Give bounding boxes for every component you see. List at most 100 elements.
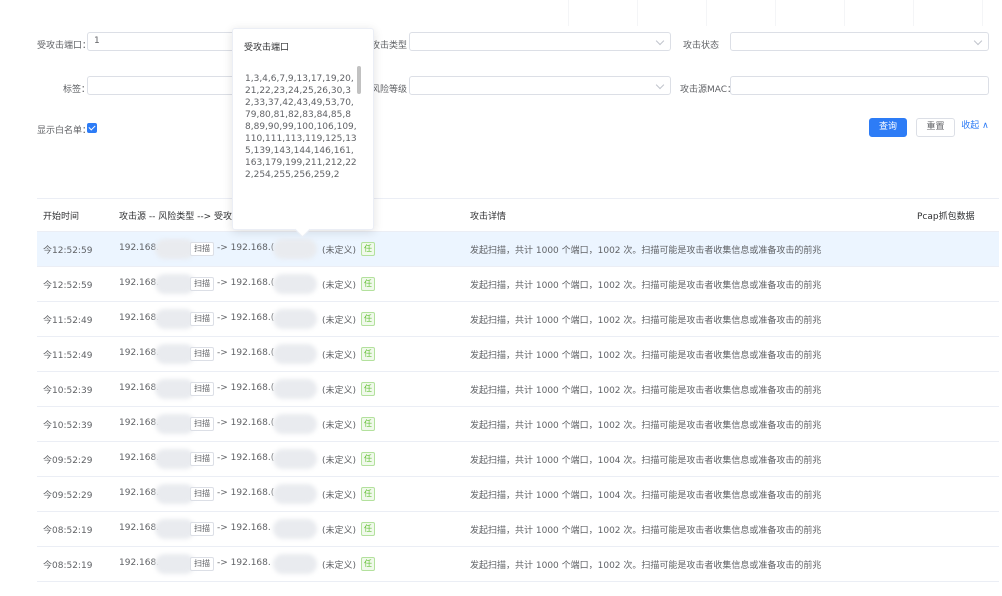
tag-badge[interactable]: 任 [361,557,375,571]
ports-popover: 受攻击端口 1,3,4,6,7,9,13,17,19,20,21,22,23,2… [232,28,374,238]
undefined-link[interactable]: (未定义) [322,523,356,536]
redacted-blur [273,239,317,259]
risk-type-tag[interactable]: 扫描 [190,277,214,291]
undefined-link[interactable]: (未定义) [322,278,356,291]
tag-badge[interactable]: 任 [361,242,375,256]
status-select[interactable] [730,32,989,51]
tag-badge[interactable]: 任 [361,312,375,326]
risk-type-tag[interactable]: 扫描 [190,382,214,396]
port-input[interactable]: 1 [87,32,237,51]
tag-badge[interactable]: 任 [361,277,375,291]
tag-badge[interactable]: 任 [361,417,375,431]
table-row[interactable]: 今12:52:59 192.168. 扫描 -> 192.168.((未定义) 任 发起扫… [37,267,999,302]
row-time: 今08:52:19 [43,561,93,571]
risk-type-tag[interactable]: 扫描 [190,242,214,256]
row-detail: 发起扫描，共计 1000 个端口，1004 次。扫描可能是攻击者收集信息或准备攻… [470,491,822,501]
redacted-blur [273,414,317,434]
row-target-ip: -> 192.168.( [217,488,275,498]
row-source-ip: 192.168. [119,243,160,253]
undefined-link[interactable]: (未定义) [322,418,356,431]
row-source-ip: 192.168. [119,523,160,533]
table-body: 今12:52:59 192.168. 扫描 -> 192.168.((未定义) 任发起扫… [37,232,999,582]
attack-table: 开始时间 攻击源 -- 风险类型 --> 受攻击 攻击详情 Pcap抓包数据 今… [37,198,999,582]
undefined-link[interactable]: (未定义) [322,453,356,466]
row-source-ip: 192.168. [119,313,160,323]
redacted-blur [155,484,195,504]
risk-type-tag[interactable]: 扫描 [190,557,214,571]
top-divider [982,0,983,26]
row-time: 今09:52:29 [43,456,93,466]
row-source-ip: 192.168. [119,278,160,288]
undefined-link[interactable]: (未定义) [322,558,356,571]
port-label: 受攻击端口： [37,41,92,51]
level-select[interactable] [409,76,671,95]
table-header: 开始时间 攻击源 -- 风险类型 --> 受攻击 攻击详情 Pcap抓包数据 [37,198,999,232]
whitelist-checkbox[interactable] [87,123,97,133]
undefined-link[interactable]: (未定义) [322,348,356,361]
redacted-blur [155,344,195,364]
redacted-blur [273,379,317,399]
row-source-ip: 192.168. [119,348,160,358]
row-target-ip: -> 192.168. [217,523,271,533]
header-detail: 攻击详情 [470,212,507,222]
type-select[interactable] [409,32,671,51]
row-target-ip: -> 192.168.( [217,243,275,253]
row-time: 今11:52:49 [43,316,93,326]
tag-badge[interactable]: 任 [361,382,375,396]
undefined-link[interactable]: (未定义) [322,383,356,396]
header-pcap: Pcap抓包数据 [917,212,975,222]
table-row[interactable]: 今10:52:39 192.168. 扫描 -> 192.168.((未定义) 任 发起扫… [37,372,999,407]
row-source-ip: 192.168. [119,453,160,463]
table-row[interactable]: 今08:52:19 192.168. 扫描 -> 192.168. (未定义) 任 发起扫描… [37,512,999,547]
risk-type-tag[interactable]: 扫描 [190,417,214,431]
row-target-ip: -> 192.168. [217,558,271,568]
table-row[interactable]: 今09:52:29 192.168. 扫描 -> 192.168.((未定义) 任 发起扫… [37,477,999,512]
risk-type-tag[interactable]: 扫描 [190,522,214,536]
redacted-blur [273,344,317,364]
table-row[interactable]: 今12:52:59 192.168. 扫描 -> 192.168.((未定义) 任 发起扫… [37,232,999,267]
undefined-link[interactable]: (未定义) [322,488,356,501]
row-time: 今10:52:39 [43,421,93,431]
reset-button[interactable]: 重置 [916,118,955,137]
search-button[interactable]: 查询 [869,118,907,137]
redacted-blur [155,414,195,434]
header-flow: 攻击源 -- 风险类型 --> 受攻击 [119,212,241,222]
tag-badge[interactable]: 任 [361,347,375,361]
risk-type-tag[interactable]: 扫描 [190,347,214,361]
top-divider [775,0,776,26]
risk-type-tag[interactable]: 扫描 [190,487,214,501]
mac-input[interactable] [730,76,989,95]
tag-badge[interactable]: 任 [361,452,375,466]
tag-badge[interactable]: 任 [361,487,375,501]
collapse-button[interactable]: 收起 ∧ [958,118,992,137]
chevron-down-icon [655,80,665,90]
tag-label: 标签： [63,85,91,95]
type-label: 攻击类型 [371,41,408,51]
tag-input[interactable] [87,76,237,95]
row-time: 今12:52:59 [43,246,93,256]
row-detail: 发起扫描，共计 1000 个端口，1002 次。扫描可能是攻击者收集信息或准备攻… [470,526,822,536]
row-time: 今09:52:29 [43,491,93,501]
redacted-blur [273,484,317,504]
row-time: 今12:52:59 [43,281,93,291]
row-detail: 发起扫描，共计 1000 个端口，1002 次。扫描可能是攻击者收集信息或准备攻… [470,386,822,396]
row-time: 今10:52:39 [43,386,93,396]
row-target-ip: -> 192.168.( [217,313,275,323]
top-divider [844,0,845,26]
undefined-link[interactable]: (未定义) [322,243,356,256]
table-row[interactable]: 今08:52:19 192.168. 扫描 -> 192.168. (未定义) 任 发起扫描… [37,547,999,582]
tag-badge[interactable]: 任 [361,522,375,536]
table-row[interactable]: 今09:52:29 192.168. 扫描 -> 192.168.((未定义) 任 发起扫… [37,442,999,477]
redacted-blur [273,449,317,469]
popover-scrollbar[interactable] [357,66,361,94]
table-row[interactable]: 今10:52:39 192.168. 扫描 -> 192.168.((未定义) 任 发起扫… [37,407,999,442]
row-detail: 发起扫描，共计 1000 个端口，1002 次。扫描可能是攻击者收集信息或准备攻… [470,316,822,326]
chevron-down-icon [655,36,665,46]
undefined-link[interactable]: (未定义) [322,313,356,326]
table-row[interactable]: 今11:52:49 192.168. 扫描 -> 192.168.((未定义) 任 发起扫… [37,337,999,372]
risk-type-tag[interactable]: 扫描 [190,452,214,466]
table-row[interactable]: 今11:52:49 192.168. 扫描 -> 192.168.( (未定义) 任 发起扫… [37,302,999,337]
top-band [0,0,1002,28]
row-time: 今11:52:49 [43,351,93,361]
risk-type-tag[interactable]: 扫描 [190,312,214,326]
